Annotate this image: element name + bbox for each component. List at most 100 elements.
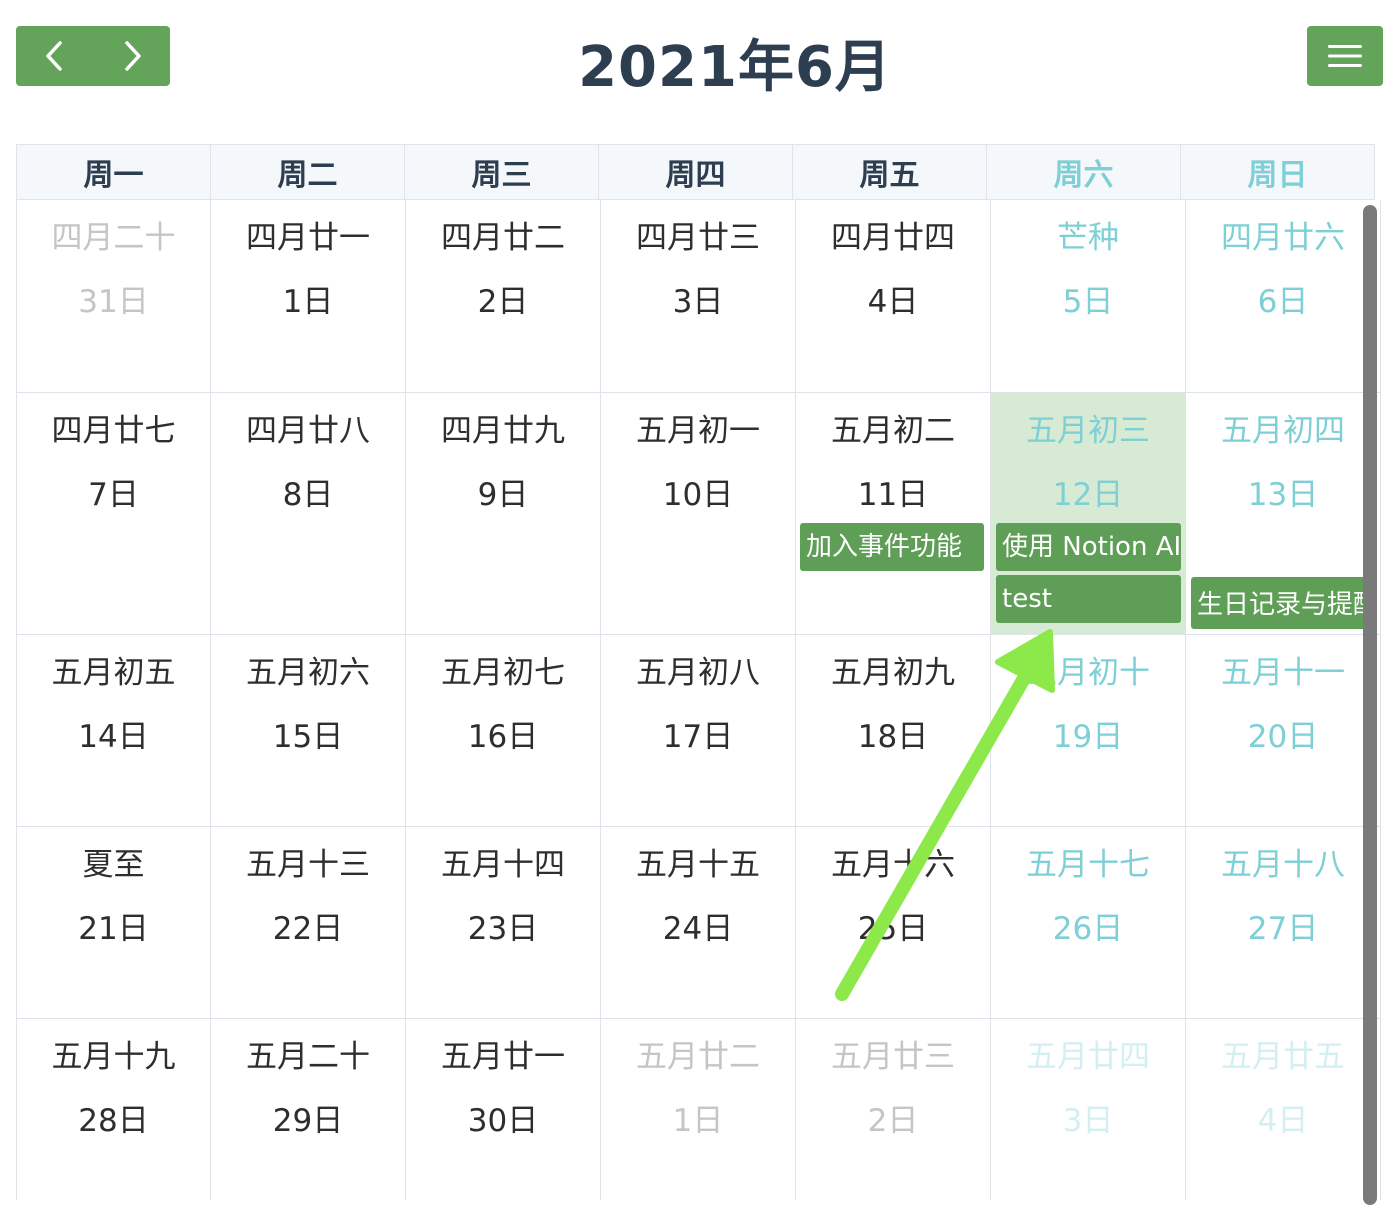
lunar-date: 五月初四 bbox=[1221, 413, 1345, 449]
day-number: 4日 bbox=[1257, 1103, 1309, 1139]
lunar-date: 五月廿三 bbox=[831, 1039, 955, 1075]
day-number: 22日 bbox=[272, 911, 344, 947]
weekday-header: 周六 bbox=[986, 144, 1181, 200]
lunar-date: 五月廿四 bbox=[1026, 1039, 1150, 1075]
vertical-scrollbar[interactable] bbox=[1363, 205, 1377, 1205]
month-calendar: 周一 周二 周三 周四 周五 周六 周日 四月二十 31日 四月廿一 1日 四月廿二… bbox=[16, 144, 1381, 1200]
lunar-date: 五月十五 bbox=[636, 847, 760, 883]
day-cell[interactable]: 四月廿七 7日 bbox=[16, 393, 211, 635]
day-cell[interactable]: 五月十八 27日 bbox=[1186, 827, 1381, 1019]
lunar-date: 五月初三 bbox=[1026, 413, 1150, 449]
day-cell[interactable]: 五月二十 29日 bbox=[211, 1019, 406, 1200]
lunar-date: 五月二十 bbox=[246, 1039, 370, 1075]
calendar-event[interactable]: 使用 Notion AI bbox=[996, 523, 1181, 571]
day-number: 18日 bbox=[857, 719, 929, 755]
day-cell[interactable]: 五月十四 23日 bbox=[406, 827, 601, 1019]
day-cell[interactable]: 四月廿八 8日 bbox=[211, 393, 406, 635]
day-cell[interactable]: 五月十三 22日 bbox=[211, 827, 406, 1019]
week-row: 四月二十 31日 四月廿一 1日 四月廿二 2日 四月廿三 3日 四月廿四 4日 芒种 5日… bbox=[16, 200, 1381, 393]
lunar-date: 五月十八 bbox=[1221, 847, 1345, 883]
day-number: 13日 bbox=[1247, 477, 1319, 513]
day-number: 19日 bbox=[1052, 719, 1124, 755]
calendar-event[interactable]: 生日记录与提醒 bbox=[1191, 577, 1377, 629]
week-row: 四月廿七 7日 四月廿八 8日 四月廿九 9日 五月初一 10日 五月初二 11日 加入… bbox=[16, 393, 1381, 635]
day-cell[interactable]: 芒种 5日 bbox=[991, 200, 1186, 393]
day-cell[interactable]: 五月初八 17日 bbox=[601, 635, 796, 827]
weekday-header: 周四 bbox=[598, 144, 793, 200]
day-number: 9日 bbox=[477, 477, 529, 513]
day-number: 3日 bbox=[1062, 1103, 1114, 1139]
day-number: 2日 bbox=[867, 1103, 919, 1139]
day-cell[interactable]: 五月廿四 3日 bbox=[991, 1019, 1186, 1200]
day-cell[interactable]: 四月廿九 9日 bbox=[406, 393, 601, 635]
day-cell[interactable]: 五月初一 10日 bbox=[601, 393, 796, 635]
calendar-event[interactable]: 加入事件功能 bbox=[800, 523, 984, 571]
day-cell[interactable]: 五月十九 28日 bbox=[16, 1019, 211, 1200]
day-number: 2日 bbox=[477, 284, 529, 320]
day-cell[interactable]: 四月廿四 4日 bbox=[796, 200, 991, 393]
weekday-header: 周二 bbox=[210, 144, 405, 200]
day-cell[interactable]: 五月初二 11日 加入事件功能 bbox=[796, 393, 991, 635]
lunar-date: 五月初六 bbox=[246, 655, 370, 691]
day-cell[interactable]: 五月十一 20日 bbox=[1186, 635, 1381, 827]
lunar-date: 五月十三 bbox=[246, 847, 370, 883]
day-cell[interactable]: 四月廿六 6日 bbox=[1186, 200, 1381, 393]
week-row: 夏至 21日 五月十三 22日 五月十四 23日 五月十五 24日 五月十六 25日 五月… bbox=[16, 827, 1381, 1019]
month-nav-group bbox=[16, 26, 170, 86]
lunar-date: 五月初七 bbox=[441, 655, 565, 691]
day-number: 26日 bbox=[1052, 911, 1124, 947]
day-cell[interactable]: 五月初五 14日 bbox=[16, 635, 211, 827]
day-cell[interactable]: 五月初四 13日 生日记录与提醒 bbox=[1186, 393, 1381, 635]
chevron-right-icon bbox=[124, 41, 141, 71]
day-number: 20日 bbox=[1247, 719, 1319, 755]
lunar-date: 四月廿九 bbox=[441, 413, 565, 449]
day-cell[interactable]: 五月初九 18日 bbox=[796, 635, 991, 827]
calendar-event[interactable]: test bbox=[996, 575, 1181, 623]
day-number: 15日 bbox=[272, 719, 344, 755]
day-number: 3日 bbox=[672, 284, 724, 320]
lunar-date: 五月十九 bbox=[51, 1039, 176, 1075]
hamburger-menu-icon bbox=[1328, 45, 1362, 67]
lunar-date: 四月廿三 bbox=[636, 220, 760, 256]
week-row: 五月十九 28日 五月二十 29日 五月廿一 30日 五月廿二 1日 五月廿三 2日 五月… bbox=[16, 1019, 1381, 1200]
day-cell-today[interactable]: 五月初三 12日 使用 Notion AI test bbox=[991, 393, 1186, 635]
day-number: 17日 bbox=[662, 719, 734, 755]
next-month-button[interactable] bbox=[93, 26, 170, 86]
menu-button[interactable] bbox=[1307, 26, 1383, 86]
chevron-left-icon bbox=[45, 41, 62, 71]
day-cell[interactable]: 五月廿二 1日 bbox=[601, 1019, 796, 1200]
day-cell[interactable]: 四月廿二 2日 bbox=[406, 200, 601, 393]
lunar-date: 五月廿一 bbox=[441, 1039, 565, 1075]
day-number: 11日 bbox=[857, 477, 929, 513]
day-number: 12日 bbox=[1052, 477, 1124, 513]
day-cell[interactable]: 四月廿三 3日 bbox=[601, 200, 796, 393]
day-cell[interactable]: 五月十七 26日 bbox=[991, 827, 1186, 1019]
day-cell[interactable]: 五月十六 25日 bbox=[796, 827, 991, 1019]
lunar-date: 五月初九 bbox=[831, 655, 955, 691]
lunar-date: 五月初十 bbox=[1026, 655, 1150, 691]
weekday-header: 周日 bbox=[1180, 144, 1375, 200]
day-number: 4日 bbox=[867, 284, 919, 320]
day-cell[interactable]: 五月廿一 30日 bbox=[406, 1019, 601, 1200]
weekday-header: 周三 bbox=[404, 144, 599, 200]
lunar-date: 五月十一 bbox=[1221, 655, 1345, 691]
prev-month-button[interactable] bbox=[16, 26, 93, 86]
day-cell[interactable]: 五月十五 24日 bbox=[601, 827, 796, 1019]
lunar-date: 四月廿二 bbox=[441, 220, 565, 256]
lunar-date: 五月十七 bbox=[1026, 847, 1150, 883]
day-cell[interactable]: 四月廿一 1日 bbox=[211, 200, 406, 393]
day-cell[interactable]: 五月初十 19日 bbox=[991, 635, 1186, 827]
day-cell[interactable]: 夏至 21日 bbox=[16, 827, 211, 1019]
day-number: 21日 bbox=[78, 911, 149, 947]
day-cell[interactable]: 五月廿五 4日 bbox=[1186, 1019, 1381, 1200]
lunar-date: 四月廿一 bbox=[246, 220, 370, 256]
day-number: 1日 bbox=[282, 284, 334, 320]
day-number: 25日 bbox=[857, 911, 929, 947]
day-number: 27日 bbox=[1247, 911, 1319, 947]
day-cell[interactable]: 四月二十 31日 bbox=[16, 200, 211, 393]
day-number: 24日 bbox=[662, 911, 734, 947]
day-cell[interactable]: 五月廿三 2日 bbox=[796, 1019, 991, 1200]
day-cell[interactable]: 五月初七 16日 bbox=[406, 635, 601, 827]
day-number: 31日 bbox=[78, 284, 149, 320]
day-cell[interactable]: 五月初六 15日 bbox=[211, 635, 406, 827]
